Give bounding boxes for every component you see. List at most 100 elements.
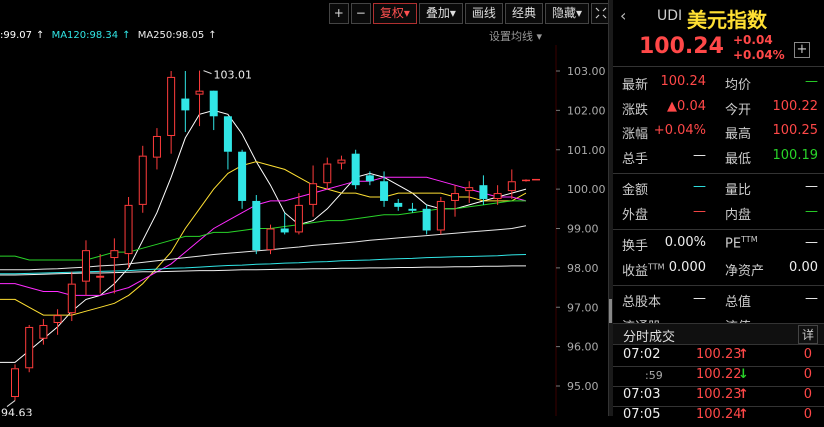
ticks-header: 分时成交 详 <box>613 323 824 345</box>
quote-value: 100.25 <box>772 123 819 138</box>
chevron-down-icon: ▾ <box>575 6 582 20</box>
candle-body <box>209 90 218 117</box>
candle-body <box>238 151 247 201</box>
quote-value: 100.19 <box>772 147 819 163</box>
ma-legend-item-0: :99.07 <box>0 30 32 41</box>
candle-body <box>167 76 176 136</box>
zoom-in-button[interactable]: + <box>328 3 349 24</box>
candle-body <box>223 116 232 152</box>
ma-settings-link[interactable]: 设置均线 ▾ <box>489 28 542 44</box>
quote-value: 0.00 <box>789 259 818 275</box>
candle-body <box>522 179 530 182</box>
candle-body <box>337 159 346 164</box>
kline-chart-area[interactable]: 103.00 102.00 101.00 100.00 99.00 98.00 97.00 9… <box>0 0 611 416</box>
ma-arrow-icon: ↑ <box>208 30 217 41</box>
quote-label: 涨幅 <box>622 127 649 142</box>
y-axis-label: 99.00 <box>567 223 599 236</box>
ma-arrow-icon: ↑ <box>122 30 134 41</box>
annotation-pointer <box>203 70 212 75</box>
hide-label: 隐藏 <box>551 6 576 20</box>
ma-line-ma10 <box>0 161 527 316</box>
quote-row: 涨跌 ▲0.04 今开 100.22 <box>613 99 824 124</box>
quote-value: — <box>805 203 818 219</box>
y-axis-label: 98.00 <box>567 262 599 275</box>
candle-body <box>294 204 303 233</box>
tick-volume: 0 <box>803 347 812 362</box>
change-percent: +0.04% <box>733 48 785 62</box>
candle-body <box>309 183 318 205</box>
splitter-handle[interactable] <box>609 299 612 323</box>
y-axis-label: 101.00 <box>567 144 606 157</box>
high-annotation: 103.01 <box>214 69 253 82</box>
candle-body <box>181 98 190 111</box>
quote-value: 100.22 <box>772 98 819 114</box>
tick-price: 100.23 <box>696 347 742 362</box>
ticks-detail-button[interactable]: 详 <box>797 325 818 344</box>
arrow-up-icon: ↑ <box>738 347 749 362</box>
quote-value: — <box>693 203 706 219</box>
last-price: 100.24 <box>639 34 724 59</box>
candle-body <box>152 135 161 158</box>
candle-body <box>110 250 119 259</box>
quote-value: — <box>693 147 706 163</box>
zoom-out-button[interactable]: − <box>350 3 371 24</box>
divider <box>613 173 824 174</box>
candle-body <box>11 368 19 398</box>
y-axis-label: 102.00 <box>567 104 606 117</box>
label-superscript: TTM <box>741 235 758 244</box>
collapse-icon <box>595 7 607 19</box>
candlestick-chart[interactable]: 103.00 102.00 101.00 100.00 99.00 98.00 97.00 9… <box>0 0 611 416</box>
arrow-up-icon: ↑ <box>738 387 749 402</box>
overlay-button[interactable]: 叠加▾ <box>418 3 463 24</box>
candle-body <box>507 181 516 192</box>
tick-volume: 0 <box>803 407 812 422</box>
candle-body <box>67 283 76 314</box>
tick-price: 100.22 <box>696 367 742 382</box>
tick-row: 07:05 100.24 ↑ 0 <box>613 407 824 427</box>
tick-time: 07:02 <box>623 347 661 362</box>
quote-label: 总值 <box>725 295 752 310</box>
candle-body <box>465 187 474 192</box>
quote-label: PETTM <box>725 235 758 252</box>
divider <box>613 285 824 286</box>
add-watchlist-button[interactable]: + <box>794 42 810 58</box>
quote-label: 最高 <box>725 127 752 142</box>
quote-label: 外盘 <box>622 207 649 223</box>
y-axis-label: 103.00 <box>567 65 606 78</box>
hide-button[interactable]: 隐藏▾ <box>544 3 589 24</box>
draw-line-button[interactable]: 画线 <box>464 3 503 24</box>
overlay-label: 叠加 <box>425 6 450 20</box>
candle-body <box>280 228 289 233</box>
y-axis-label: 100.00 <box>567 183 606 196</box>
adjust-button[interactable]: 复权▾ <box>372 3 417 24</box>
quote-label: 最新 <box>622 78 649 93</box>
quote-header: ‹ UDI 美元指数 100.24 +0.04 +0.04% + <box>613 0 824 67</box>
classic-button[interactable]: 经典 <box>504 3 543 24</box>
tick-price: 100.24 <box>696 407 742 422</box>
quote-value: — <box>805 74 818 89</box>
quote-panel: ‹ UDI 美元指数 100.24 +0.04 +0.04% + 最新 100.2… <box>613 0 824 422</box>
quote-value: — <box>805 291 818 306</box>
label-superscript: TTM <box>648 262 665 272</box>
tick-row: 07:02 100.23 ↑ 0 <box>613 347 824 367</box>
candle-body <box>422 208 431 231</box>
candle-body <box>479 185 488 199</box>
arrow-down-icon: ↓ <box>738 367 749 382</box>
low-annotation: 94.63 <box>1 407 33 416</box>
candle-body <box>124 204 133 255</box>
back-icon[interactable]: ‹ <box>620 6 626 25</box>
quote-row: 总手 — 最低 100.19 <box>613 148 824 173</box>
ma-line-ma90 <box>0 225 527 271</box>
ma-settings-label: 设置均线 <box>489 30 533 43</box>
chart-toolbar: + − 复权▾ 叠加▾ 画线 经典 隐藏▾ <box>327 3 611 24</box>
quote-row: 换手 0.00% PETTM — <box>613 235 824 260</box>
y-axis-label: 97.00 <box>567 301 599 314</box>
candle-body <box>138 155 147 205</box>
ma-legend-item-1: MA120:98.34 <box>51 30 119 41</box>
quote-value: 100.24 <box>660 74 707 89</box>
quote-grid: 最新 100.24 均价 — 涨跌 ▲0.04 今开 100.22 涨幅 +0.04% 最高 100.… <box>613 74 824 340</box>
quote-row: 总股本 — 总值 — <box>613 291 824 316</box>
candle-body <box>96 275 105 278</box>
chevron-down-icon: ▾ <box>449 6 456 20</box>
candle-body <box>365 175 374 182</box>
